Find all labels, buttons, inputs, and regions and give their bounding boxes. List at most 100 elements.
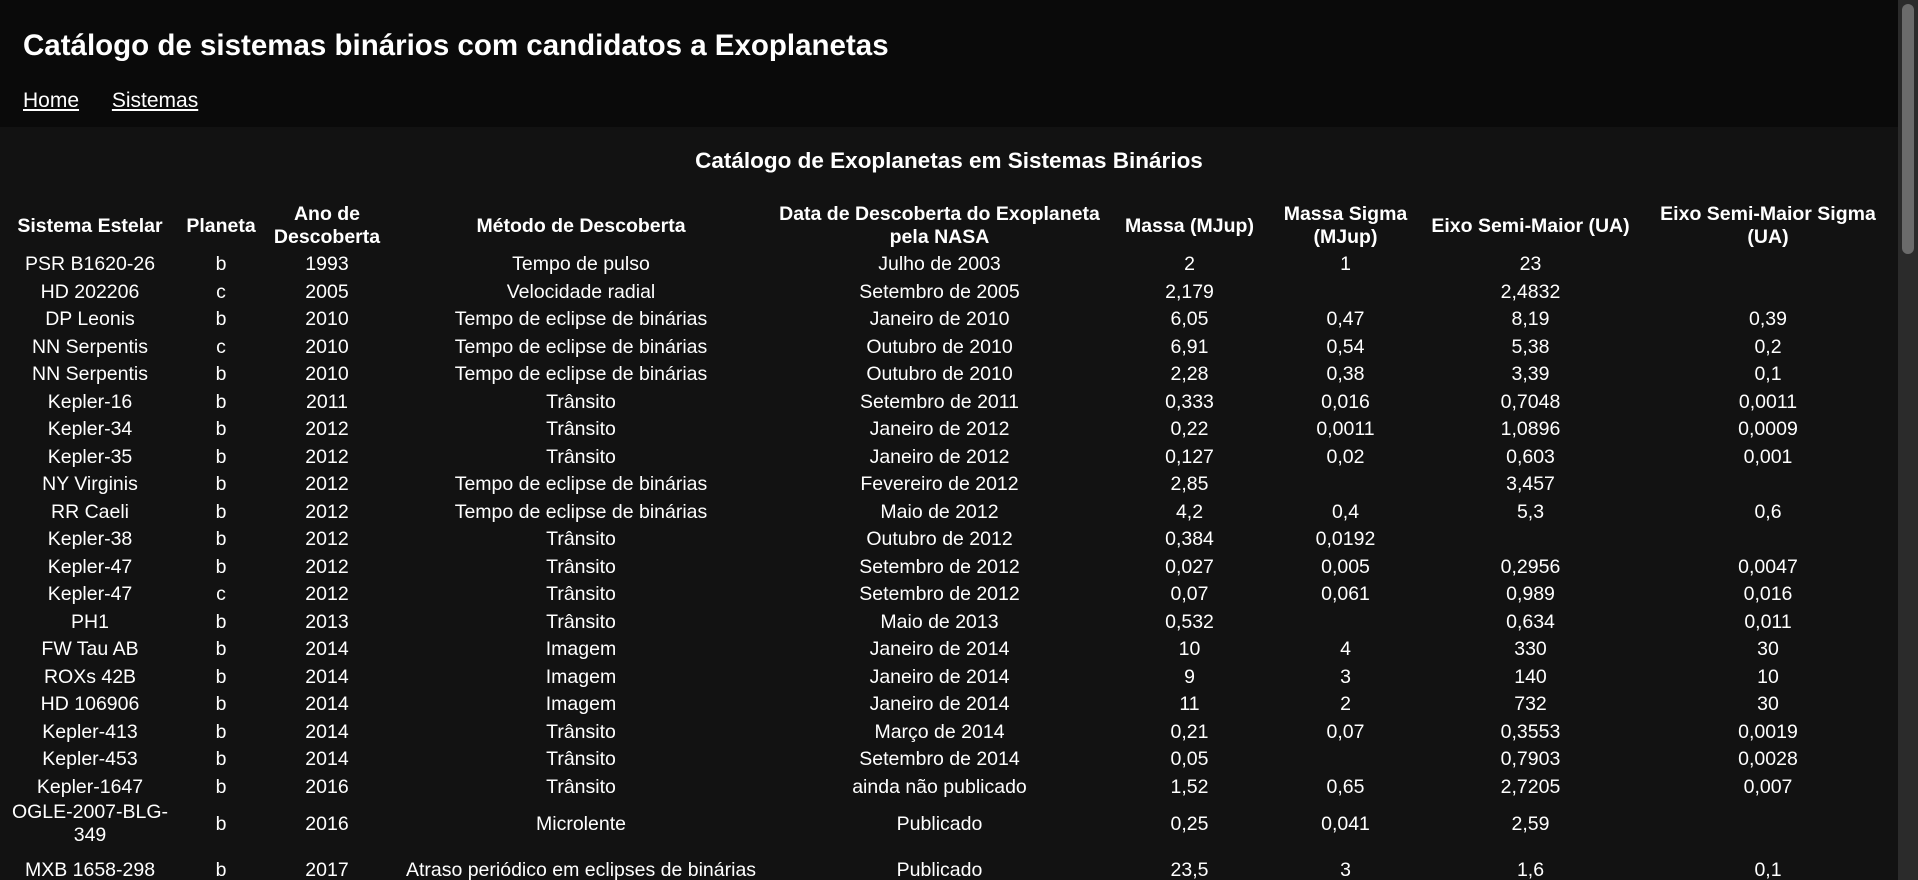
cell-sistema-estelar: Kepler-35: [47, 445, 133, 468]
cell-planeta: b: [215, 308, 227, 331]
cell-eixo-sigma: 0,6: [1754, 500, 1782, 523]
cell-eixo-sigma: 0,0009: [1738, 418, 1798, 441]
col-header-eixo-semi-maior-sigma: Eixo Semi-Maior Sigma (UA): [1660, 203, 1876, 248]
cell-massa-sigma: 0,47: [1326, 308, 1365, 331]
cell-massa-sigma: 3: [1340, 858, 1351, 880]
cell-eixo-sigma: 0,011: [1744, 610, 1792, 633]
cell-ano: 2005: [305, 280, 349, 303]
cell-planeta: b: [215, 390, 227, 413]
cell-metodo: Trânsito: [546, 583, 616, 606]
cell-massa-sigma: [1272, 471, 1419, 499]
nav-link-home[interactable]: Home: [23, 89, 79, 112]
table-row: FW Tau AB b 2014 Imagem Janeiro de 2014 10 4 33…: [2, 636, 1894, 664]
cell-sistema-estelar: DP Leonis: [45, 308, 135, 331]
cell-sistema-estelar: MXB 1658-298: [24, 858, 156, 880]
cell-ano: 2014: [305, 720, 349, 743]
table-body: PSR B1620-26 b 1993 Tempo de pulso Julho de …: [2, 251, 1894, 880]
scrollbar-thumb[interactable]: [1902, 4, 1914, 254]
cell-eixo: 330: [1514, 638, 1547, 661]
cell-data-nasa: Janeiro de 2012: [869, 418, 1010, 441]
cell-eixo: 3,457: [1506, 473, 1555, 496]
cell-massa-sigma: [1272, 279, 1419, 307]
table-row: NY Virginis b 2012 Tempo de eclipse de biná…: [2, 471, 1894, 499]
cell-planeta: b: [215, 812, 227, 835]
cell-massa: 23,5: [1170, 858, 1209, 880]
cell-ano: 2012: [305, 445, 349, 468]
cell-massa: 0,027: [1165, 555, 1214, 578]
cell-planeta: b: [215, 473, 227, 496]
cell-massa: 0,384: [1165, 528, 1214, 551]
cell-eixo: 0,7903: [1500, 748, 1561, 771]
cell-massa-sigma: [1272, 746, 1419, 774]
nav-link-sistemas[interactable]: Sistemas: [112, 89, 198, 112]
cell-eixo: 0,7048: [1500, 390, 1561, 413]
cell-sistema-estelar: Kepler-47: [47, 583, 133, 606]
cell-ano: 2016: [305, 775, 349, 798]
cell-massa: 1,52: [1170, 775, 1209, 798]
table-row: Kepler-1647 b 2016 Trânsito ainda não public…: [2, 774, 1894, 802]
cell-data-nasa: Setembro de 2014: [859, 748, 1020, 771]
cell-planeta: b: [215, 528, 227, 551]
cell-metodo: Trânsito: [546, 390, 616, 413]
table-row: HD 202206 c 2005 Velocidade radial Setembro …: [2, 279, 1894, 307]
cell-massa-sigma: 0,016: [1321, 390, 1370, 413]
table-row: Kepler-453 b 2014 Trânsito Setembro de 2014 0…: [2, 746, 1894, 774]
cell-planeta: b: [215, 363, 227, 386]
cell-sistema-estelar: Kepler-453: [42, 748, 138, 771]
cell-data-nasa: Publicado: [896, 812, 983, 835]
cell-massa: 0,07: [1170, 583, 1209, 606]
table-row: Kepler-16 b 2011 Trânsito Setembro de 2011 0,…: [2, 389, 1894, 417]
cell-eixo-sigma: 0,2: [1754, 335, 1782, 358]
cell-metodo: Imagem: [545, 665, 617, 688]
cell-sistema-estelar: Kepler-47: [47, 555, 133, 578]
cell-data-nasa: Setembro de 2012: [859, 583, 1020, 606]
cell-massa: 11: [1179, 693, 1200, 716]
cell-planeta: b: [215, 610, 227, 633]
cell-eixo: 0,3553: [1500, 720, 1561, 743]
cell-sistema-estelar: PSR B1620-26: [24, 253, 156, 276]
cell-data-nasa: Janeiro de 2014: [869, 693, 1010, 716]
cell-sistema-estelar: FW Tau AB: [41, 638, 139, 661]
cell-eixo: 732: [1514, 693, 1547, 716]
cell-metodo: Tempo de eclipse de binárias: [454, 363, 708, 386]
cell-sistema-estelar: NY Virginis: [42, 473, 138, 496]
cell-sistema-estelar: Kepler-1647: [36, 775, 144, 798]
col-header-massa: Massa (MJup): [1125, 214, 1254, 237]
col-header-metodo-descoberta: Método de Descoberta: [476, 214, 686, 237]
cell-eixo: 0,603: [1506, 445, 1555, 468]
cell-eixo: 1,0896: [1500, 418, 1561, 441]
cell-ano: 2012: [305, 473, 349, 496]
cell-planeta: b: [215, 858, 227, 880]
cell-eixo-sigma: 0,007: [1743, 775, 1793, 798]
cell-planeta: b: [215, 748, 227, 771]
cell-eixo-sigma: 10: [1757, 665, 1779, 688]
table-row: PH1 b 2013 Trânsito Maio de 2013 0,532 0,634 0,…: [2, 609, 1894, 637]
cell-data-nasa: Outubro de 2010: [866, 335, 1013, 358]
cell-massa-sigma: 2: [1340, 693, 1351, 716]
cell-ano: 2010: [305, 308, 349, 331]
cell-data-nasa: Fevereiro de 2012: [860, 473, 1019, 496]
cell-ano: 2010: [305, 335, 349, 358]
cell-metodo: Trânsito: [546, 418, 616, 441]
col-header-massa-sigma: Massa Sigma (MJup): [1283, 203, 1408, 248]
cell-planeta: c: [216, 335, 226, 358]
cell-massa: 0,127: [1165, 445, 1214, 468]
cell-massa: 4,2: [1175, 500, 1204, 523]
cell-metodo: Imagem: [545, 693, 617, 716]
cell-eixo: 1,6: [1516, 858, 1545, 880]
cell-massa: 6,05: [1170, 308, 1209, 331]
cell-eixo: 2,7205: [1500, 775, 1561, 798]
vertical-scrollbar[interactable]: [1898, 0, 1918, 880]
cell-eixo-sigma: 30: [1757, 638, 1779, 661]
cell-eixo-sigma: 0,0047: [1738, 555, 1798, 578]
cell-massa-sigma: 0,38: [1326, 363, 1365, 386]
table-row: DP Leonis b 2010 Tempo de eclipse de binári…: [2, 306, 1894, 334]
cell-ano: 2010: [305, 363, 349, 386]
main-nav: Home Sistemas: [23, 88, 225, 114]
cell-metodo: Trânsito: [546, 775, 616, 798]
table-row: Kepler-34 b 2012 Trânsito Janeiro de 2012 0,2…: [2, 416, 1894, 444]
cell-eixo-sigma: 0,0028: [1738, 748, 1798, 771]
cell-massa-sigma: 0,061: [1321, 583, 1370, 606]
cell-massa-sigma: 0,0192: [1315, 528, 1376, 551]
table-row: Kepler-35 b 2012 Trânsito Janeiro de 2012 0,1…: [2, 444, 1894, 472]
